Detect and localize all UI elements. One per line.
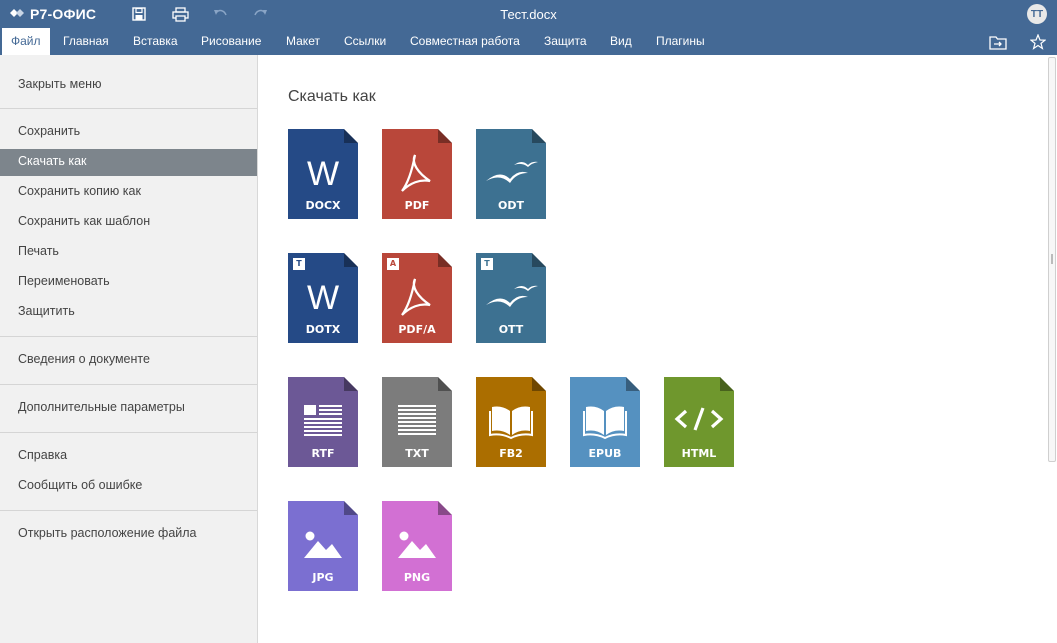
- format-rtf[interactable]: RTF: [288, 377, 358, 467]
- tab-file[interactable]: Файл: [2, 28, 50, 55]
- vertical-scrollbar[interactable]: [1047, 55, 1057, 643]
- tab-collaboration[interactable]: Совместная работа: [401, 28, 529, 55]
- format-fb2[interactable]: FB2: [476, 377, 546, 467]
- format-docx[interactable]: W DOCX: [288, 129, 358, 219]
- svg-text:W: W: [307, 155, 339, 193]
- archive-badge: A: [387, 258, 399, 270]
- menu-protect[interactable]: Защитить: [0, 299, 257, 323]
- format-label: PNG: [403, 571, 431, 584]
- menu-divider: [0, 432, 257, 433]
- tab-insert[interactable]: Вставка: [124, 28, 187, 55]
- format-label: DOCX: [305, 199, 341, 212]
- tab-draw[interactable]: Рисование: [192, 28, 270, 55]
- scrollbar-grip: [1051, 254, 1053, 264]
- open-file-location-button[interactable]: [988, 32, 1008, 52]
- format-label: PDF/A: [398, 323, 436, 336]
- format-odt[interactable]: ODT: [476, 129, 546, 219]
- format-pdf[interactable]: PDF: [382, 129, 452, 219]
- tab-layout[interactable]: Макет: [277, 28, 329, 55]
- format-jpg[interactable]: JPG: [288, 501, 358, 591]
- favorite-button[interactable]: [1028, 32, 1048, 52]
- menu-document-info[interactable]: Сведения о документе: [0, 347, 257, 371]
- template-badge: T: [481, 258, 493, 270]
- format-label: EPUB: [588, 447, 622, 460]
- format-dotx[interactable]: W T DOTX: [288, 253, 358, 343]
- format-label: DOTX: [305, 323, 341, 336]
- tab-plugins[interactable]: Плагины: [647, 28, 714, 55]
- menu-divider: [0, 108, 257, 109]
- format-label: HTML: [681, 447, 717, 460]
- menu-save-as-template[interactable]: Сохранить как шаблон: [0, 209, 257, 233]
- document-title: Тест.docx: [500, 7, 557, 22]
- scrollbar-thumb[interactable]: [1048, 57, 1056, 462]
- menu-rename[interactable]: Переименовать: [0, 269, 257, 293]
- format-label: RTF: [311, 447, 335, 460]
- favorite-star-icon: [1030, 34, 1046, 50]
- format-label: JPG: [312, 571, 334, 584]
- format-label: TXT: [405, 447, 429, 460]
- user-avatar[interactable]: ТТ: [1027, 4, 1047, 24]
- tab-bar: Файл Главная Вставка Рисование Макет Ссы…: [0, 28, 1057, 55]
- format-label: ODT: [498, 199, 524, 212]
- menu-open-file-location[interactable]: Открыть расположение файла: [0, 521, 257, 545]
- format-label: FB2: [499, 447, 523, 460]
- menu-advanced-settings[interactable]: Дополнительные параметры: [0, 395, 257, 419]
- menu-close[interactable]: Закрыть меню: [0, 72, 257, 96]
- format-pdfa[interactable]: A PDF/A: [382, 253, 452, 343]
- format-txt[interactable]: TXT: [382, 377, 452, 467]
- format-ott[interactable]: T OTT: [476, 253, 546, 343]
- menu-save-copy-as[interactable]: Сохранить копию как: [0, 179, 257, 203]
- menu-save[interactable]: Сохранить: [0, 119, 257, 143]
- format-html[interactable]: HTML: [664, 377, 734, 467]
- download-as-panel: Скачать как W DOCX PDF ODT W T DOTX A PD…: [258, 55, 1057, 643]
- tab-references[interactable]: Ссылки: [335, 28, 395, 55]
- format-png[interactable]: PNG: [382, 501, 452, 591]
- title-bar: Р7-ОФИС Тест.docx ТТ: [0, 0, 1057, 28]
- menu-divider: [0, 510, 257, 511]
- format-label: OTT: [498, 323, 524, 336]
- file-side-menu: Закрыть меню Сохранить Скачать как Сохра…: [0, 55, 258, 643]
- open-file-location-icon: [989, 35, 1007, 50]
- tab-home[interactable]: Главная: [54, 28, 118, 55]
- format-label: PDF: [404, 199, 430, 212]
- svg-text:W: W: [307, 279, 339, 317]
- format-epub[interactable]: EPUB: [570, 377, 640, 467]
- menu-help[interactable]: Справка: [0, 443, 257, 467]
- tab-view[interactable]: Вид: [601, 28, 641, 55]
- tab-protection[interactable]: Защита: [535, 28, 596, 55]
- menu-download-as[interactable]: Скачать как: [0, 149, 257, 176]
- panel-title: Скачать как: [288, 88, 376, 105]
- menu-divider: [0, 336, 257, 337]
- menu-print[interactable]: Печать: [0, 239, 257, 263]
- menu-divider: [0, 384, 257, 385]
- menu-report-bug[interactable]: Сообщить об ошибке: [0, 473, 257, 497]
- template-badge: T: [293, 258, 305, 270]
